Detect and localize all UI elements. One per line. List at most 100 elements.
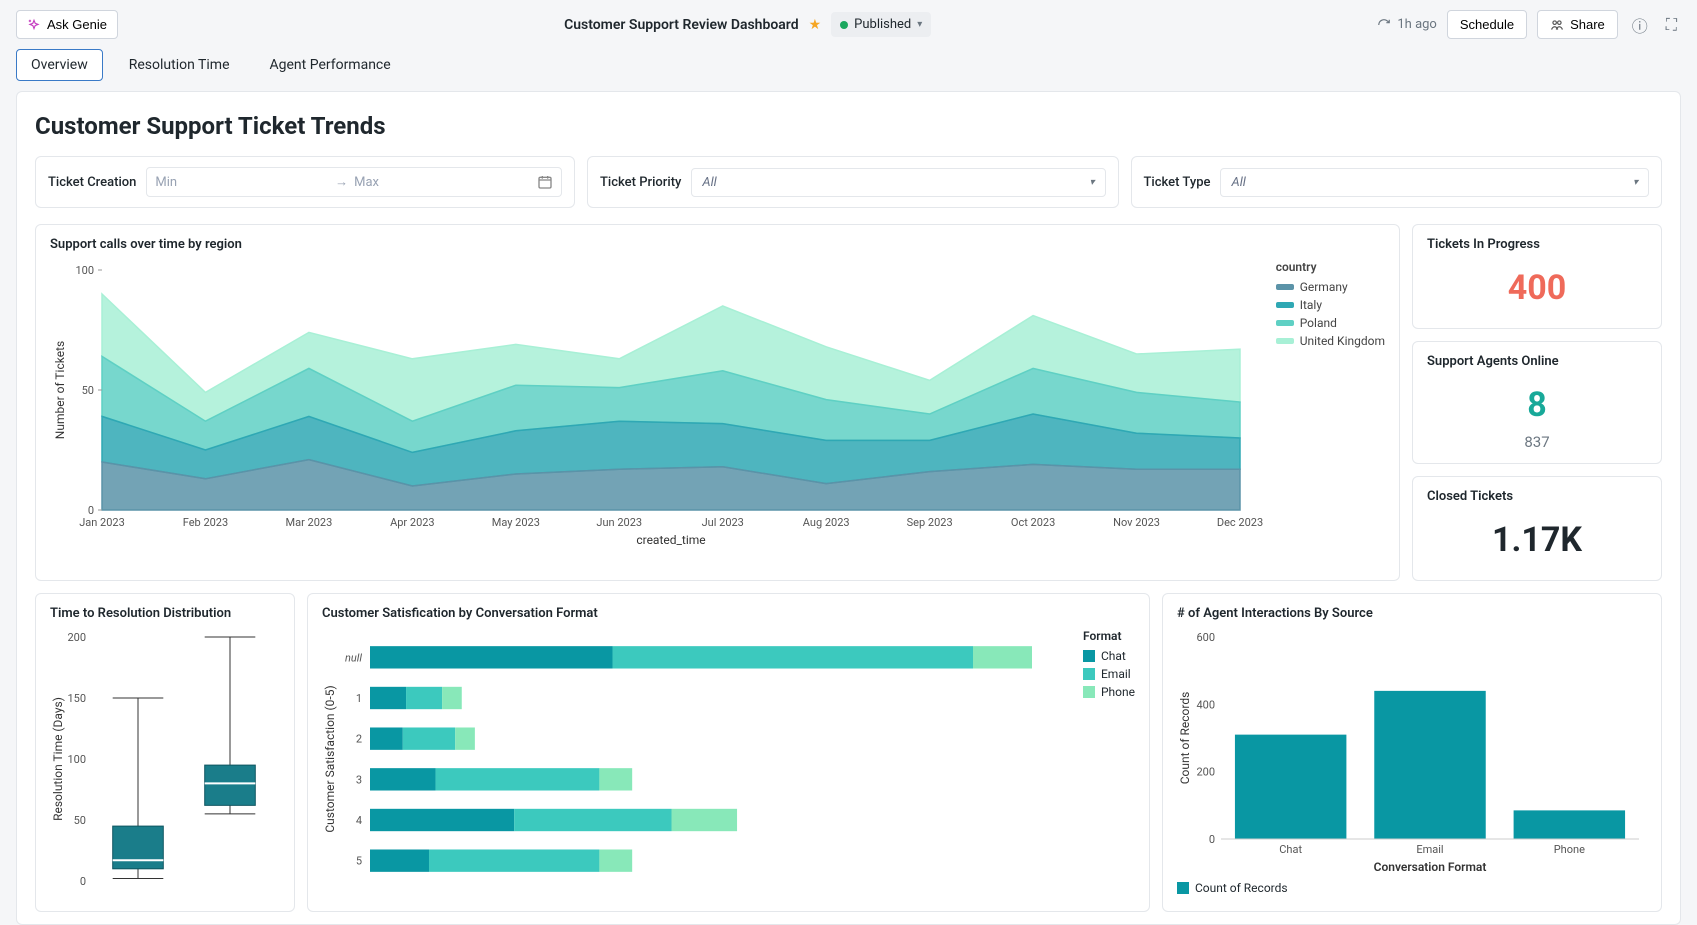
tab-resolution-time[interactable]: Resolution Time (115, 50, 244, 80)
fullscreen-icon[interactable]: ⛶ (1662, 15, 1681, 35)
area-chart[interactable]: 050100Jan 2023Feb 2023Mar 2023Apr 2023Ma… (50, 260, 1266, 550)
legend-item: Poland (1276, 316, 1385, 330)
star-icon[interactable]: ★ (809, 17, 822, 33)
tab-agent-performance[interactable]: Agent Performance (256, 50, 405, 80)
svg-text:600: 600 (1196, 631, 1215, 644)
legend-item: Chat (1083, 649, 1135, 663)
svg-text:Sep 2023: Sep 2023 (907, 516, 953, 529)
svg-text:Phone: Phone (1554, 843, 1585, 856)
legend-label: Phone (1101, 685, 1135, 699)
svg-text:1: 1 (356, 692, 362, 705)
svg-text:Jun 2023: Jun 2023 (596, 516, 642, 529)
legend-item: Count of Records (1177, 881, 1647, 895)
calendar-icon (537, 174, 553, 190)
people-icon (1550, 18, 1564, 32)
svg-text:3: 3 (356, 773, 362, 786)
kpi-subvalue: 837 (1427, 433, 1647, 451)
refresh-icon (1377, 18, 1391, 32)
chevron-down-icon: ▾ (1089, 177, 1094, 188)
legend-label: Email (1101, 667, 1131, 681)
svg-text:Jul 2023: Jul 2023 (702, 516, 744, 529)
header-center: Customer Support Review Dashboard ★ Publ… (118, 12, 1377, 37)
svg-text:Resolution Time (Days): Resolution Time (Days) (51, 697, 65, 821)
svg-text:null: null (345, 651, 362, 664)
svg-text:2: 2 (356, 733, 362, 746)
panel-agent-interactions: # of Agent Interactions By Source 020040… (1162, 593, 1662, 912)
tab-label: Resolution Time (129, 57, 230, 73)
tab-label: Agent Performance (270, 57, 391, 73)
legend-swatch (1276, 338, 1294, 344)
legend-label: Poland (1300, 316, 1337, 330)
arrow-right-icon: → (335, 174, 348, 190)
legend-swatch (1083, 686, 1095, 698)
svg-text:Chat: Chat (1279, 843, 1302, 856)
legend-swatch (1083, 650, 1095, 662)
select-value: All (1231, 175, 1245, 190)
legend-swatch (1083, 668, 1095, 680)
legend-item: Email (1083, 667, 1135, 681)
svg-text:Jan 2023: Jan 2023 (79, 516, 125, 529)
refresh-age: 1h ago (1397, 17, 1436, 32)
legend-title: country (1276, 260, 1385, 274)
svg-text:May 2023: May 2023 (492, 516, 540, 529)
filter-ticket-creation: Ticket Creation Min →Max (35, 156, 575, 208)
charts-row-1: Support calls over time by region 050100… (17, 224, 1680, 593)
legend-label: Count of Records (1195, 881, 1288, 895)
svg-text:200: 200 (67, 631, 86, 644)
share-label: Share (1570, 17, 1605, 32)
panel-title: Customer Satisfication by Conversation F… (322, 606, 1135, 621)
publish-status-label: Published (854, 17, 911, 32)
range-max-wrap: →Max (335, 174, 379, 190)
panel-resolution-box: Time to Resolution Distribution 05010015… (35, 593, 295, 912)
svg-text:4: 4 (356, 814, 362, 827)
svg-text:0: 0 (1209, 833, 1215, 846)
legend-interactions: Count of Records (1177, 881, 1647, 895)
refresh-button[interactable]: 1h ago (1377, 17, 1436, 32)
page-title: Customer Support Ticket Trends (17, 92, 1680, 156)
ask-genie-label: Ask Genie (47, 17, 107, 32)
tab-overview[interactable]: Overview (16, 49, 103, 81)
legend-item: Phone (1083, 685, 1135, 699)
sparkle-icon (27, 18, 41, 32)
tabs: Overview Resolution Time Agent Performan… (0, 49, 1697, 91)
svg-text:Count of Records: Count of Records (1178, 692, 1192, 785)
legend-swatch (1276, 320, 1294, 326)
panel-title: Tickets In Progress (1427, 237, 1647, 252)
svg-text:Customer Satisfaction (0-5): Customer Satisfaction (0-5) (323, 685, 337, 832)
kpi-column: Tickets In Progress 400 Support Agents O… (1412, 224, 1662, 581)
range-min: Min (155, 175, 177, 190)
svg-text:Oct 2023: Oct 2023 (1011, 516, 1055, 529)
svg-text:created_time: created_time (636, 533, 705, 547)
filters-row: Ticket Creation Min →Max Ticket Priority… (17, 156, 1680, 224)
svg-text:50: 50 (82, 384, 94, 397)
filter-label: Ticket Priority (600, 175, 681, 190)
ask-genie-button[interactable]: Ask Genie (16, 10, 118, 39)
share-button[interactable]: Share (1537, 10, 1618, 39)
legend-label: Chat (1101, 649, 1126, 663)
svg-text:Email: Email (1416, 843, 1443, 856)
kpi-value: 1.17K (1427, 512, 1647, 568)
box-chart[interactable]: 050100150200Resolution Time (Days) (50, 629, 282, 891)
panel-csat: Customer Satisfication by Conversation F… (307, 593, 1150, 912)
filter-label: Ticket Type (1144, 175, 1211, 190)
panel-support-calls: Support calls over time by region 050100… (35, 224, 1400, 581)
ticket-creation-range[interactable]: Min →Max (146, 167, 562, 197)
legend-item: Italy (1276, 298, 1385, 312)
ticket-priority-select[interactable]: All ▾ (691, 168, 1105, 197)
main-panel: Customer Support Ticket Trends Ticket Cr… (16, 91, 1681, 925)
csat-chart[interactable]: null12345Customer Satisfaction (0-5) (322, 629, 1071, 891)
bar-chart[interactable]: 0200400600ChatEmailPhoneConversation For… (1177, 629, 1649, 877)
svg-text:Number of Tickets: Number of Tickets (53, 341, 67, 439)
publish-status-dropdown[interactable]: Published ▾ (831, 12, 931, 37)
schedule-button[interactable]: Schedule (1447, 10, 1527, 39)
info-icon[interactable]: ⓘ (1628, 13, 1652, 37)
header-right: 1h ago Schedule Share ⓘ ⛶ (1377, 10, 1681, 39)
svg-text:0: 0 (80, 875, 86, 888)
legend-swatch (1177, 882, 1189, 894)
chevron-down-icon: ▾ (917, 19, 922, 30)
filter-ticket-priority: Ticket Priority All ▾ (587, 156, 1119, 208)
legend-swatch (1276, 302, 1294, 308)
ticket-type-select[interactable]: All ▾ (1220, 168, 1649, 197)
schedule-label: Schedule (1460, 17, 1514, 32)
kpi-value: 400 (1427, 260, 1647, 316)
